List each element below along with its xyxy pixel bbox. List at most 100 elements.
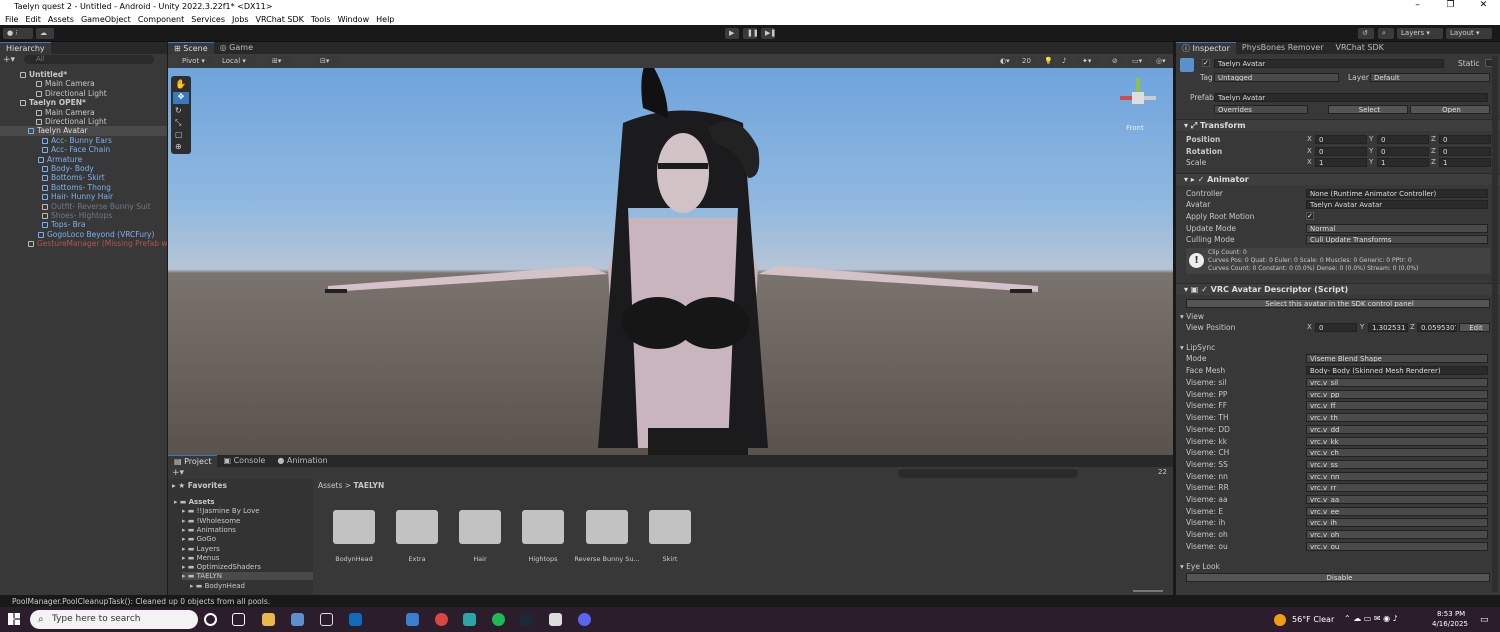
clock-date[interactable]: 4/16/2025 (1432, 620, 1468, 628)
search-icon[interactable]: ⌕ (1378, 28, 1394, 39)
menu-tools[interactable]: Tools (311, 15, 331, 24)
transform-rotation-y-field[interactable]: 0 (1377, 146, 1429, 156)
layer-dropdown[interactable]: Default (1370, 73, 1490, 82)
menu-edit[interactable]: Edit (25, 15, 41, 24)
app-icon[interactable] (463, 613, 476, 626)
viseme-dropdown[interactable]: vrc.v_oh (1306, 530, 1488, 540)
hierarchy-item[interactable]: Tops- Bra (0, 220, 167, 229)
viseme-dropdown[interactable]: vrc.v_ff (1306, 401, 1488, 411)
inspector-scrollbar[interactable] (1492, 56, 1498, 592)
zoom-slider[interactable] (1133, 590, 1163, 592)
animator-header[interactable]: ▾ ▸ ✓ Animator (1176, 173, 1500, 185)
visibility-icon[interactable]: ⊘ (1108, 56, 1122, 67)
project-search-input[interactable] (898, 469, 1078, 478)
menu-jobs[interactable]: Jobs (232, 15, 249, 24)
menu-window[interactable]: Window (338, 15, 370, 24)
hierarchy-item[interactable]: Armature (0, 155, 167, 164)
hierarchy-item[interactable]: Main Camera (0, 108, 167, 117)
breadcrumb-taelyn[interactable]: TAELYN (353, 481, 384, 490)
unity-icon[interactable] (549, 613, 562, 626)
hierarchy-item[interactable]: GogoLoco Beyond (VRCFury) (0, 230, 167, 239)
folder-icon[interactable] (459, 510, 501, 544)
hierarchy-item[interactable]: Body- Body (0, 164, 167, 173)
hierarchy-item[interactable]: Outfit- Reverse Bunny Suit (0, 202, 167, 211)
lipsync-mode-dropdown[interactable]: Viseme Blend Shape (1306, 354, 1488, 363)
tab-physbones-remover[interactable]: PhysBones Remover (1236, 42, 1330, 54)
play-icon[interactable]: ▶ (725, 28, 739, 39)
viseme-dropdown[interactable]: vrc.v_nn (1306, 471, 1488, 481)
folder-icon[interactable] (333, 510, 375, 544)
viseme-dropdown[interactable]: vrc.v_dd (1306, 424, 1488, 434)
discord-icon[interactable] (578, 613, 591, 626)
project-add-icon[interactable]: +▾ (172, 468, 184, 478)
tab-vrchat-sdk[interactable]: VRChat SDK (1330, 42, 1390, 54)
folder-icon[interactable] (522, 510, 564, 544)
prefab-field[interactable]: Taelyn Avatar (1214, 93, 1488, 102)
hierarchy-item[interactable]: Taelyn OPEN* (0, 98, 167, 107)
disable-button[interactable]: Disable (1186, 573, 1490, 582)
face-mesh-field[interactable]: Body- Body (Skinned Mesh Renderer) (1306, 366, 1488, 375)
viseme-dropdown[interactable]: vrc.v_ou (1306, 541, 1488, 551)
controller-field[interactable]: None (Runtime Animator Controller) (1306, 189, 1488, 198)
hierarchy-item[interactable]: Acc- Face Chain (0, 145, 167, 154)
viseme-dropdown[interactable]: vrc.v_aa (1306, 495, 1488, 504)
layers-dropdown[interactable]: Layers ▾ (1397, 28, 1443, 39)
viseme-dropdown[interactable]: vrc.v_ih (1306, 518, 1488, 528)
taskbar-search-input[interactable]: Type here to search (30, 610, 198, 629)
tab-project[interactable]: ▤ Project (168, 455, 218, 467)
culling-mode-dropdown[interactable]: Cull Update Transforms (1306, 235, 1488, 244)
tab-hierarchy[interactable]: Hierarchy (0, 42, 51, 54)
view-y-field[interactable]: 1.302531 (1368, 323, 1408, 332)
transform-position-x-field[interactable]: 0 (1315, 135, 1367, 144)
maximize-icon[interactable]: ❐ (1434, 0, 1467, 10)
hierarchy-item[interactable]: Bottoms- Thong (0, 183, 167, 192)
edit-button[interactable]: Edit (1459, 323, 1490, 332)
audio-icon[interactable]: ♪ (1058, 56, 1072, 67)
edge-icon[interactable] (291, 613, 304, 626)
breadcrumb-assets[interactable]: Assets (318, 481, 342, 490)
local-dropdown[interactable]: Local ▾ (218, 56, 256, 67)
viseme-dropdown[interactable]: vrc.v_sil (1306, 378, 1488, 387)
transform-position-y-field[interactable]: 0 (1377, 135, 1429, 144)
tab-scene[interactable]: ⊞ Scene (168, 42, 214, 54)
overrides-dropdown[interactable]: Overrides (1214, 105, 1308, 114)
tab-animation[interactable]: ● Animation (271, 455, 333, 467)
menu-vrchat-sdk[interactable]: VRChat SDK (256, 15, 304, 24)
active-checkbox[interactable]: ✓ (1202, 59, 1210, 67)
project-tree-item[interactable]: ▸ ▬ Layers (182, 545, 220, 553)
menu-file[interactable]: File (5, 15, 18, 24)
hierarchy-item[interactable]: Bottoms- Skirt (0, 173, 167, 182)
clock-time[interactable]: 8:53 PM (1437, 610, 1465, 618)
windows-start-icon[interactable] (8, 613, 20, 625)
account-button[interactable]: ● ⁝ (3, 28, 33, 39)
hierarchy-item[interactable]: Directional Light (0, 89, 167, 98)
cloud-icon[interactable]: ☁ (36, 28, 54, 39)
pivot-dropdown[interactable]: Pivot ▾ (178, 56, 214, 67)
project-tree-item[interactable]: ▸ ▬ !Wholesome (182, 517, 240, 525)
spotify-icon[interactable] (492, 613, 505, 626)
project-tree-item[interactable]: ▸ ▬ GoGo (182, 535, 216, 543)
hierarchy-item[interactable]: Directional Light (0, 117, 167, 126)
project-tree-item[interactable]: ▸ ▬ OptimizedShaders (182, 563, 261, 571)
viseme-dropdown[interactable]: vrc.v_th (1306, 413, 1488, 423)
hierarchy-item[interactable]: GestureManager (Missing Prefab with (0, 239, 167, 248)
name-field[interactable]: Taelyn Avatar (1214, 59, 1444, 68)
avatar-field[interactable]: Taelyn Avatar Avatar (1306, 200, 1488, 209)
select-sdk-button[interactable]: Select this avatar in the SDK control pa… (1186, 299, 1490, 308)
viseme-dropdown[interactable]: vrc.v_ch (1306, 448, 1488, 458)
menu-services[interactable]: Services (191, 15, 225, 24)
transform-scale-x-field[interactable]: 1 (1315, 158, 1367, 168)
project-tree-item[interactable]: ▸ ▬ Animations (182, 526, 236, 534)
file-explorer-icon[interactable] (262, 613, 275, 626)
vscode-icon[interactable] (406, 613, 419, 626)
hierarchy-item[interactable]: Hair- Hunny Hair (0, 192, 167, 201)
increment-snap-icon[interactable]: ⊟▾ (316, 56, 338, 67)
lighting-icon[interactable]: 💡 (1040, 56, 1054, 67)
camera-icon[interactable]: ▭▾ (1128, 56, 1148, 67)
view-foldout[interactable]: ▾ View (1180, 311, 1204, 322)
hierarchy-item[interactable]: Shoes- Hightops (0, 211, 167, 220)
history-icon[interactable]: ↺ (1358, 28, 1374, 39)
select-button[interactable]: Select (1328, 105, 1408, 114)
viseme-dropdown[interactable]: vrc.v_pp (1306, 389, 1488, 399)
grid-snap-icon[interactable]: ⊞▾ (268, 56, 292, 67)
